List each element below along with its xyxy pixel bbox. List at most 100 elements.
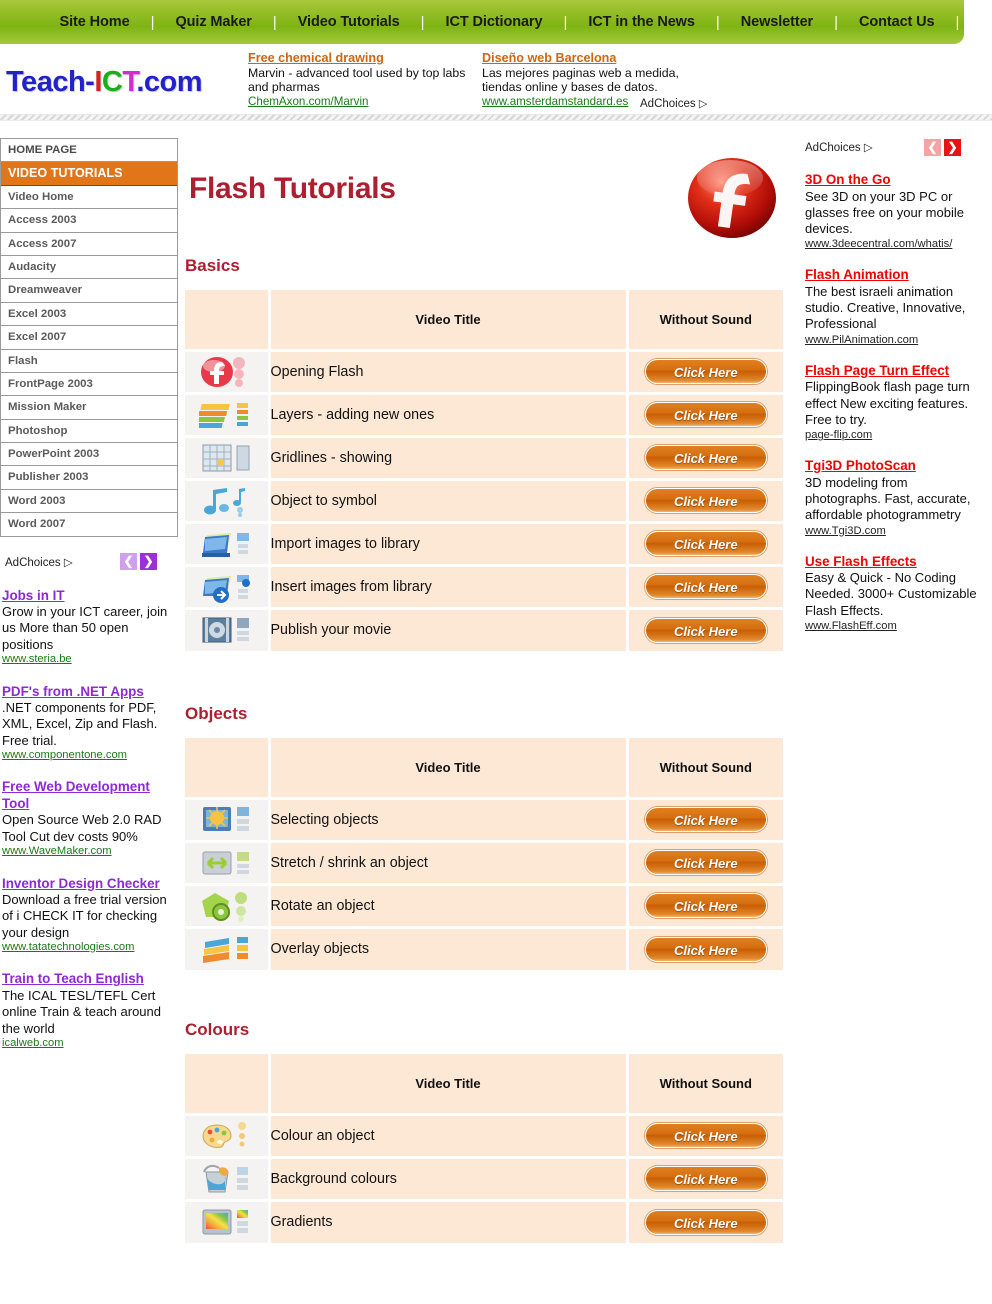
row-button-cell: Click Here [627, 927, 783, 970]
logo-letter-i: I [94, 66, 102, 98]
adchoices-triangle-icon: ▷ [698, 98, 708, 110]
click-here-button[interactable]: Click Here [644, 807, 767, 832]
top-ad-url[interactable]: ChemAxon.com/Marvin [248, 95, 482, 109]
left-ad-title[interactable]: Jobs in IT [2, 588, 172, 605]
sidebar-item-photoshop[interactable]: Photoshop [1, 419, 177, 444]
sidebar-item-flash[interactable]: Flash [1, 349, 177, 373]
nav-item-contact-us[interactable]: Contact Us [838, 14, 956, 30]
sidebar-item-mission-maker[interactable]: Mission Maker [1, 396, 177, 420]
sidebar-item-word-2003[interactable]: Word 2003 [1, 489, 177, 514]
left-ad-title[interactable]: Inventor Design Checker [2, 876, 172, 893]
adchoices-label: AdChoices [805, 142, 861, 154]
right-ad-title[interactable]: Flash Page Turn Effect [805, 363, 978, 380]
sidebar-item-frontpage-2003[interactable]: FrontPage 2003 [1, 372, 177, 397]
click-here-button[interactable]: Click Here [644, 1209, 767, 1235]
table-header-row: Video Title Without Sound [185, 738, 783, 800]
table-row: Stretch / shrink an object Click Here [185, 841, 783, 886]
adchoices-label: AdChoices [640, 98, 696, 110]
sidebar-item-excel-2003[interactable]: Excel 2003 [1, 302, 177, 327]
right-ad-title[interactable]: 3D On the Go [805, 172, 978, 189]
row-button-cell: Click Here [627, 565, 783, 610]
nav-item-video-tutorials[interactable]: Video Tutorials [277, 14, 421, 30]
nav-separator: | [150, 13, 155, 31]
click-here-button[interactable]: Click Here [644, 893, 767, 918]
nav-item-newsletter[interactable]: Newsletter [720, 14, 834, 30]
click-here-button[interactable]: Click Here [644, 1166, 767, 1191]
row-button-cell: Click Here [627, 436, 783, 481]
sidebar-item-video-home[interactable]: Video Home [1, 185, 177, 210]
left-ad-url[interactable]: www.componentone.com [2, 749, 172, 763]
right-ad-url[interactable]: www.FlashEff.com [805, 619, 978, 633]
paint-palette-icon [185, 1119, 268, 1153]
nav-item-ict-dictionary[interactable]: ICT Dictionary [425, 14, 564, 30]
sidebar-item-dreamweaver[interactable]: Dreamweaver [1, 279, 177, 303]
adchoices-top[interactable]: AdChoices ▷ [640, 97, 707, 110]
sidebar-item-access-2007[interactable]: Access 2007 [1, 232, 177, 256]
click-here-button[interactable]: Click Here [644, 402, 767, 427]
click-here-button[interactable]: Click Here [644, 1123, 767, 1148]
video-table-basics: Video Title Without Sound Opening Flash … [185, 290, 783, 651]
header-divider [0, 114, 992, 121]
left-ad-title[interactable]: Free Web Development Tool [2, 779, 172, 812]
click-here-button[interactable]: Click Here [644, 574, 767, 599]
right-ad-url[interactable]: page-flip.com [805, 428, 978, 442]
sidebar-item-excel-2007[interactable]: Excel 2007 [1, 326, 177, 350]
click-here-button[interactable]: Click Here [644, 850, 767, 875]
row-title: Overlay objects [269, 927, 629, 970]
adchoices-left-label-group[interactable]: AdChoices ▷ [5, 555, 73, 569]
top-ad-title[interactable]: Diseño web Barcelona [482, 51, 716, 66]
adchoices-right-label-group[interactable]: AdChoices ▷ [805, 140, 873, 154]
click-here-button[interactable]: Click Here [644, 445, 767, 470]
row-icon-cell [185, 1200, 271, 1243]
nav-separator: | [834, 13, 838, 31]
nav-item-ict-in-the-news[interactable]: ICT in the News [567, 14, 715, 30]
row-icon-cell [185, 927, 271, 970]
left-ad-url[interactable]: www.WaveMaker.com [2, 845, 172, 859]
row-icon-cell [185, 608, 271, 651]
ad-next-arrow-icon[interactable]: ❯ [944, 139, 961, 156]
left-ad-url[interactable]: icalweb.com [2, 1037, 172, 1051]
row-button-cell: Click Here [627, 393, 783, 438]
table-row: Colour an object Click Here [185, 1114, 783, 1159]
sun-screen-icon [185, 803, 268, 837]
ad-prev-arrow-icon[interactable]: ❮ [924, 139, 941, 156]
sidebar-item-powerpoint-2003[interactable]: PowerPoint 2003 [1, 443, 177, 467]
section-colours: Colours Video Title Without Sound Colour… [178, 1020, 788, 1243]
row-button-cell: Click Here [627, 798, 783, 843]
top-ad-title[interactable]: Free chemical drawing [248, 51, 482, 66]
sidebar-item-publisher-2003[interactable]: Publisher 2003 [1, 466, 177, 490]
sidebar-item-home-page[interactable]: HOME PAGE [1, 139, 177, 163]
right-ad-title[interactable]: Use Flash Effects [805, 554, 978, 571]
music-note-icon [185, 484, 268, 518]
click-here-button[interactable]: Click Here [644, 359, 767, 384]
flash-logo-icon [684, 150, 780, 246]
click-here-button[interactable]: Click Here [644, 531, 767, 556]
right-ad-url[interactable]: www.PilAnimation.com [805, 333, 978, 347]
site-logo[interactable]: Teach-ICT.com [6, 66, 203, 99]
right-ad-url[interactable]: www.Tgi3D.com [805, 524, 978, 538]
nav-item-site-home[interactable]: Site Home [39, 14, 151, 30]
ad-next-arrow-icon[interactable]: ❯ [140, 552, 157, 570]
click-here-button[interactable]: Click Here [644, 936, 767, 962]
click-here-button[interactable]: Click Here [644, 488, 767, 513]
left-ad-url[interactable]: www.tatatechnologies.com [2, 941, 172, 955]
paint-bucket-icon [185, 1162, 268, 1196]
right-ad-title[interactable]: Tgi3D PhotoScan [805, 458, 978, 475]
click-here-button[interactable]: Click Here [644, 617, 767, 643]
sidebar-item-audacity[interactable]: Audacity [1, 255, 177, 280]
row-button-cell: Click Here [627, 522, 783, 567]
ad-prev-arrow-icon[interactable]: ❮ [120, 552, 137, 570]
col-header-video-title: Video Title [269, 1054, 629, 1116]
sidebar-item-access-2003[interactable]: Access 2003 [1, 209, 177, 233]
nav-item-quiz-maker[interactable]: Quiz Maker [154, 14, 272, 30]
sidebar-item-word-2007[interactable]: Word 2007 [1, 513, 177, 537]
top-ad-item: Free chemical drawing Marvin - advanced … [248, 51, 482, 109]
col-header-icon [185, 290, 271, 352]
left-ad-title[interactable]: Train to Teach English [2, 971, 172, 988]
left-ad-description: Download a free trial version of i CHECK… [2, 892, 167, 940]
left-ad-title[interactable]: PDF's from .NET Apps [2, 684, 172, 701]
right-ad-title[interactable]: Flash Animation [805, 267, 978, 284]
right-ad-url[interactable]: www.3deecentral.com/whatis/ [805, 237, 978, 251]
left-ad-url[interactable]: www.steria.be [2, 653, 172, 667]
sidebar-item-video-tutorials[interactable]: VIDEO TUTORIALS [1, 162, 177, 186]
